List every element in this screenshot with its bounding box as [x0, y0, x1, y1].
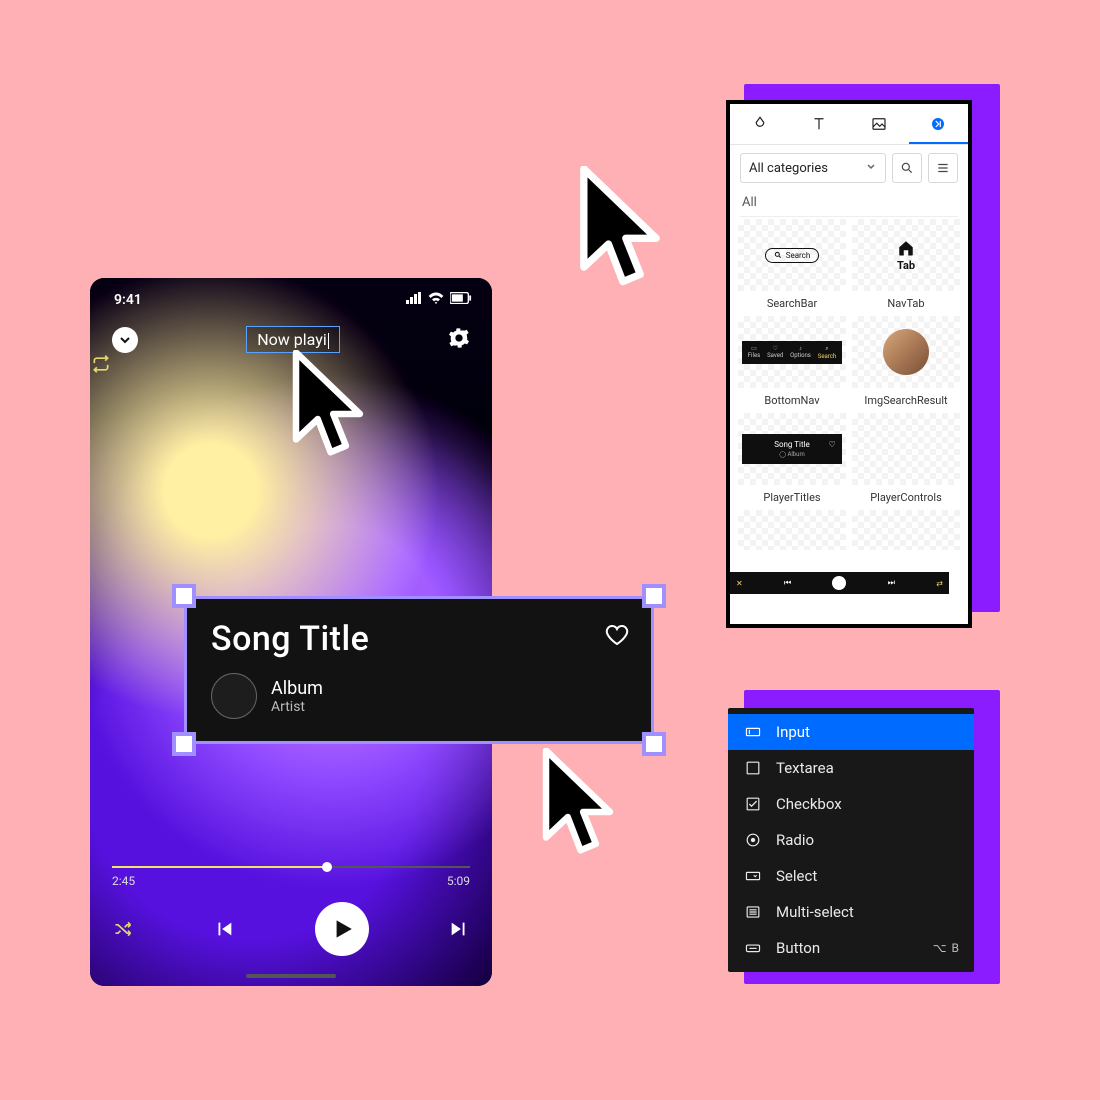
battery-icon — [450, 292, 472, 308]
category-dropdown-label: All categories — [749, 161, 828, 176]
menu-item-input[interactable]: Input — [728, 714, 974, 750]
artist-label: Artist — [271, 699, 323, 715]
menu-item-label: Checkbox — [776, 795, 842, 813]
component-label: ImgSearchResult — [852, 394, 960, 407]
multiselect-icon — [744, 903, 762, 921]
checkbox-icon — [744, 795, 762, 813]
select-icon — [744, 867, 762, 885]
list-view-button[interactable] — [928, 153, 958, 183]
menu-item-label: Input — [776, 723, 810, 741]
component-item-bottomnav[interactable]: ▭Files♡Saved♪Options⌕Search BottomNav — [738, 316, 846, 407]
selected-component-card[interactable]: Song Title Album Artist — [172, 584, 666, 756]
status-icons — [406, 292, 472, 308]
heart-icon[interactable] — [605, 623, 629, 651]
resize-handle-br[interactable] — [642, 732, 666, 756]
textarea-icon — [744, 759, 762, 777]
chevron-down-icon — [865, 160, 877, 176]
resize-handle-tl[interactable] — [172, 584, 196, 608]
component-item-imgsearchresult[interactable]: ImgSearchResult — [852, 316, 960, 407]
shortcut-label: ⌥ B — [933, 941, 960, 955]
menu-item-label: Select — [776, 867, 817, 885]
button-icon — [744, 939, 762, 957]
component-item-playertitles[interactable]: Song Title◯ Album♡ PlayerTitles — [738, 413, 846, 504]
resize-handle-bl[interactable] — [172, 732, 196, 756]
component-label: NavTab — [852, 297, 960, 310]
component-thumb: ▭Files♡Saved♪Options⌕Search — [738, 316, 846, 388]
menu-item-multi-select[interactable]: Multi-select — [728, 894, 974, 930]
album-label: Album — [271, 678, 323, 699]
component-thumb: Search — [738, 219, 846, 291]
category-dropdown[interactable]: All categories — [740, 153, 886, 183]
signal-icon — [406, 292, 422, 308]
now-playing-text: Now playi — [257, 330, 326, 349]
next-icon[interactable] — [448, 918, 470, 940]
menu-item-select[interactable]: Select — [728, 858, 974, 894]
component-thumb: Song Title◯ Album♡ — [738, 413, 846, 485]
home-indicator — [246, 974, 336, 978]
status-time: 9:41 — [114, 292, 142, 308]
menu-item-label: Multi-select — [776, 903, 854, 921]
menu-item-button[interactable]: Button ⌥ B — [728, 930, 974, 966]
component-thumb: Tab — [852, 219, 960, 291]
settings-icon[interactable] — [448, 327, 470, 353]
total-time: 5:09 — [447, 874, 470, 888]
shuffle-icon[interactable] — [112, 918, 134, 940]
song-title-label: Song Title — [211, 619, 627, 659]
component-label: SearchBar — [738, 297, 846, 310]
menu-item-textarea[interactable]: Textarea — [728, 750, 974, 786]
component-thumb: ✕ ⏮ ⏭ ⇄ — [852, 413, 960, 485]
progress-thumb[interactable] — [322, 862, 332, 872]
repeat-icon[interactable] — [90, 353, 112, 375]
component-label: BottomNav — [738, 394, 846, 407]
components-panel: All categories All Search SearchBar Tab Nav… — [726, 100, 972, 628]
tab-color[interactable] — [730, 104, 790, 144]
tab-text[interactable] — [790, 104, 850, 144]
menu-item-label: Button — [776, 939, 820, 957]
radio-icon — [744, 831, 762, 849]
component-item-navtab[interactable]: Tab NavTab — [852, 219, 960, 310]
menu-item-radio[interactable]: Radio — [728, 822, 974, 858]
now-playing-input[interactable]: Now playi — [246, 326, 339, 353]
cursor-icon — [538, 748, 618, 867]
insert-menu: Input Textarea Checkbox Radio Select Multi-se… — [728, 708, 974, 972]
elapsed-time: 2:45 — [112, 874, 135, 888]
component-item-playercontrols[interactable]: ✕ ⏮ ⏭ ⇄ PlayerControls — [852, 413, 960, 504]
previous-icon[interactable] — [213, 918, 235, 940]
progress-bar[interactable]: 2:45 5:09 — [112, 866, 470, 888]
play-button[interactable] — [315, 902, 369, 956]
menu-item-label: Radio — [776, 831, 814, 849]
component-thumb — [852, 316, 960, 388]
wifi-icon — [428, 292, 444, 308]
component-label: PlayerTitles — [738, 491, 846, 504]
tab-image[interactable] — [849, 104, 909, 144]
cursor-icon — [288, 350, 368, 469]
cursor-icon — [575, 166, 665, 300]
resize-handle-tr[interactable] — [642, 584, 666, 608]
album-thumbnail — [211, 673, 257, 719]
component-label: PlayerControls — [852, 491, 960, 504]
collapse-button[interactable] — [112, 327, 138, 353]
search-button[interactable] — [892, 153, 922, 183]
menu-item-label: Textarea — [776, 759, 834, 777]
tab-components[interactable] — [909, 104, 969, 144]
menu-item-checkbox[interactable]: Checkbox — [728, 786, 974, 822]
section-heading: All — [730, 191, 968, 216]
component-item-searchbar[interactable]: Search SearchBar — [738, 219, 846, 310]
input-icon — [744, 723, 762, 741]
